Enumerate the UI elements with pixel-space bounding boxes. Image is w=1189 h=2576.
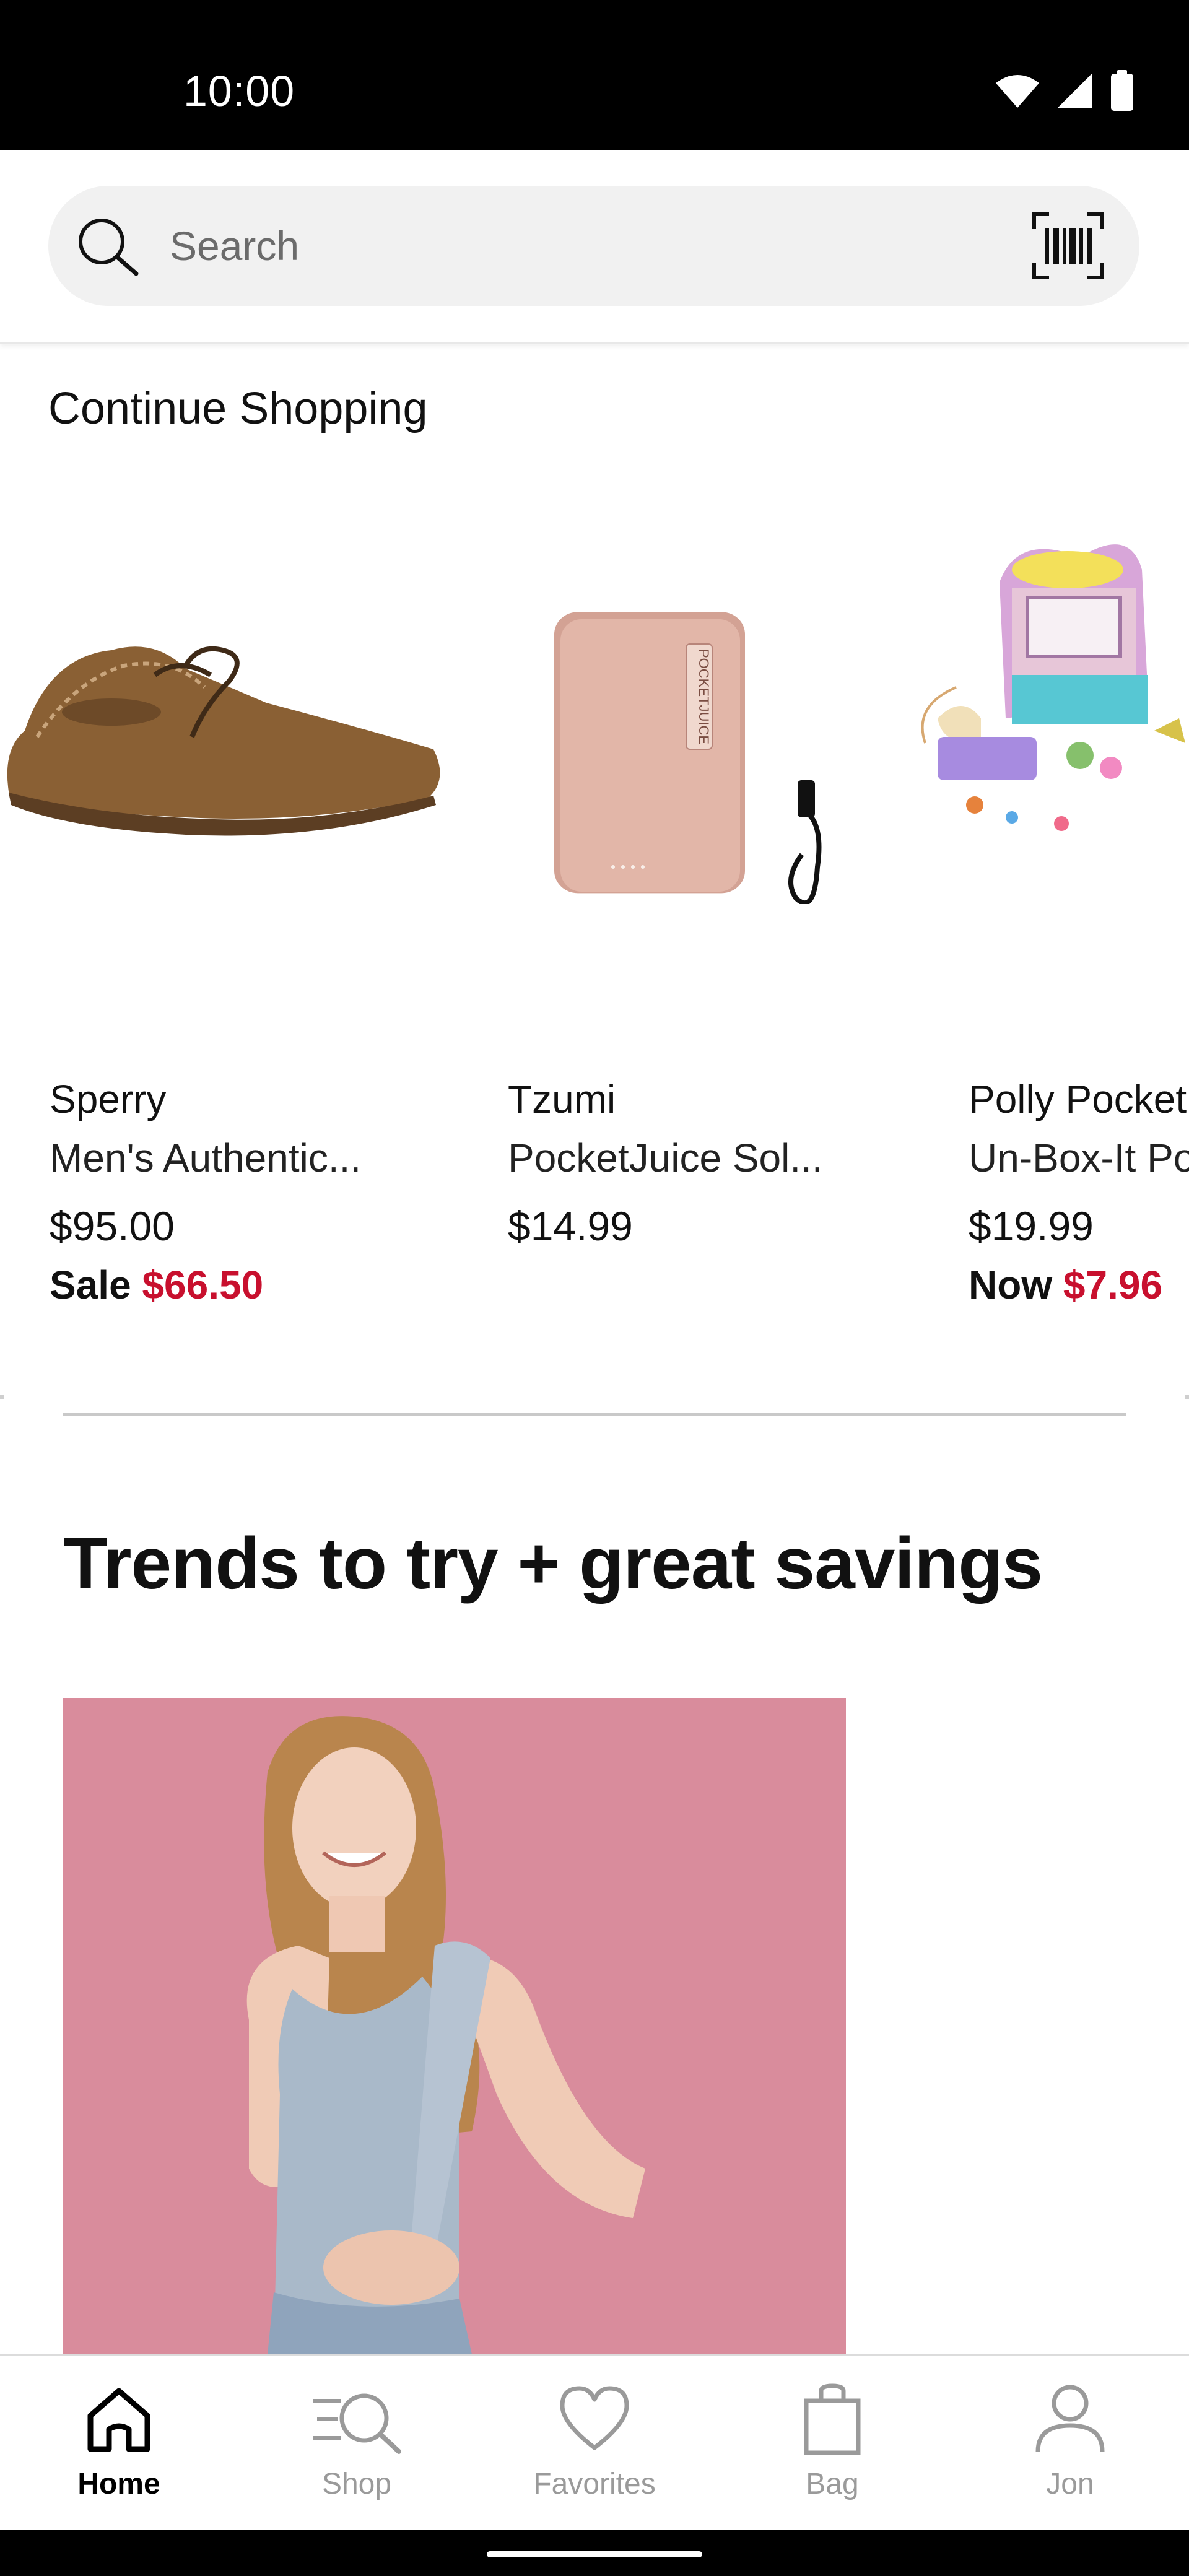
home-icon xyxy=(87,2388,150,2452)
woman-illustration xyxy=(63,1698,846,2354)
cellular-signal-icon xyxy=(1058,73,1092,108)
search-input[interactable]: Search xyxy=(170,186,299,306)
carousel-edge-marker-left xyxy=(0,1395,4,1399)
product-brand: Polly Pocket xyxy=(969,1077,1187,1121)
product-sale-price: Sale $66.50 xyxy=(50,1257,263,1313)
nav-home-label: Home xyxy=(77,2468,160,2500)
product-card-polly-pocket[interactable]: Polly Pocket Un-Box-It Po $19.99 Now $7.… xyxy=(919,533,1189,1338)
search-header: Search xyxy=(0,150,1189,344)
trends-promo-image[interactable] xyxy=(63,1698,846,2354)
sale-label: Sale xyxy=(50,1263,131,1307)
status-icons xyxy=(995,67,1135,114)
carousel-edge-marker-right xyxy=(1185,1395,1189,1399)
trends-title: Trends to try + great savings xyxy=(63,1523,1043,1604)
product-brand: Tzumi xyxy=(508,1077,616,1121)
product-brand: Sperry xyxy=(50,1077,167,1121)
bag-icon xyxy=(804,2383,861,2455)
product-image-boat-shoe[interactable] xyxy=(0,533,446,904)
product-price: $14.99 xyxy=(508,1203,633,1249)
sale-price-value: $66.50 xyxy=(142,1263,264,1307)
nav-bag[interactable]: Bag xyxy=(713,2356,951,2532)
product-image-playset[interactable] xyxy=(919,533,1189,904)
product-card-tzumi[interactable]: POCKETJUICE Tzumi PocketJuice Sol... $14… xyxy=(458,533,904,1338)
bottom-navigation: Home Shop Favorites Bag Jon xyxy=(0,2354,1189,2530)
app-screen: 10:00 Search Continue Shopping Sperry Me… xyxy=(0,0,1189,2576)
product-image-power-bank[interactable]: POCKETJUICE xyxy=(458,533,904,904)
nav-favorites[interactable]: Favorites xyxy=(476,2356,713,2532)
status-bar: 10:00 xyxy=(0,0,1189,150)
product-price: $95.00 xyxy=(50,1203,175,1249)
account-icon xyxy=(1035,2385,1105,2452)
wifi-icon xyxy=(996,75,1039,108)
continue-shopping-title: Continue Shopping xyxy=(48,384,428,433)
nav-shop[interactable]: Shop xyxy=(238,2356,476,2532)
nav-bag-label: Bag xyxy=(806,2468,859,2500)
section-divider xyxy=(63,1413,1126,1416)
nav-home[interactable]: Home xyxy=(0,2356,238,2532)
product-sale-price: Now $7.96 xyxy=(969,1257,1162,1313)
barcode-scanner-icon[interactable] xyxy=(1032,212,1105,280)
product-name: Un-Box-It Po xyxy=(969,1136,1189,1180)
nav-favorites-label: Favorites xyxy=(533,2468,656,2500)
nav-account[interactable]: Jon xyxy=(951,2356,1189,2532)
nav-account-label: Jon xyxy=(1046,2468,1094,2500)
search-bar[interactable]: Search xyxy=(48,186,1139,306)
continue-shopping-carousel[interactable]: Sperry Men's Authentic... $95.00 Sale $6… xyxy=(0,533,1189,1338)
system-gesture-bar xyxy=(0,2530,1189,2576)
product-card-sperry[interactable]: Sperry Men's Authentic... $95.00 Sale $6… xyxy=(0,533,446,1338)
sale-price-value: $7.96 xyxy=(1063,1263,1163,1307)
power-bank-label: POCKETJUICE xyxy=(696,649,712,744)
search-icon xyxy=(79,219,139,276)
status-time: 10:00 xyxy=(183,67,295,115)
product-price: $19.99 xyxy=(969,1203,1094,1249)
product-name: PocketJuice Sol... xyxy=(508,1136,823,1180)
battery-icon xyxy=(1111,70,1133,111)
product-name: Men's Authentic... xyxy=(50,1136,362,1180)
nav-shop-label: Shop xyxy=(321,2468,392,2500)
sale-label: Now xyxy=(969,1263,1053,1307)
home-gesture-handle[interactable] xyxy=(487,2551,702,2557)
heart-icon xyxy=(560,2386,629,2450)
shop-search-icon xyxy=(313,2393,401,2454)
